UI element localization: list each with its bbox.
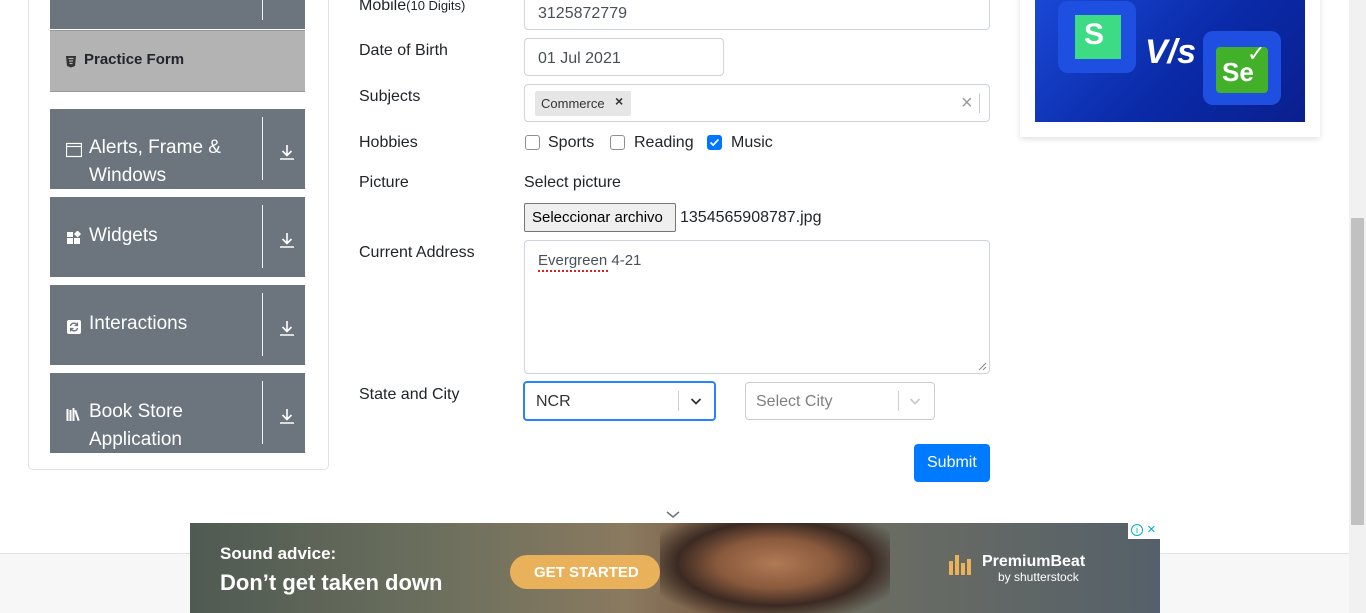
chip-remove-icon[interactable]: × — [615, 93, 623, 109]
mobile-label-text: Mobile — [359, 0, 407, 14]
side-advertisement[interactable]: S V/s Se ✓ — [1020, 0, 1320, 137]
file-name: 1354565908787.jpg — [680, 209, 822, 226]
download-icon[interactable] — [278, 231, 296, 249]
music-label[interactable]: Music — [731, 134, 773, 152]
premiumbeat-logo-icon — [949, 555, 971, 575]
download-icon[interactable] — [278, 407, 296, 425]
state-select[interactable]: NCR — [523, 381, 716, 421]
sidebar-group-forms[interactable] — [50, 0, 305, 29]
hobbies-label: Hobbies — [359, 134, 418, 151]
state-value: NCR — [536, 393, 571, 410]
ad-brand-sub: by shutterstock — [998, 570, 1079, 584]
group-separator — [262, 293, 263, 356]
vs-text: V/s — [1145, 33, 1197, 71]
submit-button[interactable]: Submit — [914, 444, 990, 482]
chip-label: Commerce — [541, 96, 605, 111]
widgets-icon — [67, 231, 82, 244]
dob-label: Date of Birth — [359, 42, 448, 59]
sidebar-group-alerts[interactable]: Alerts, Frame & Windows — [50, 109, 305, 189]
select-separator — [898, 391, 899, 411]
reading-label[interactable]: Reading — [634, 134, 694, 152]
window-icon — [66, 142, 82, 158]
mobile-label: Mobile(10 Digits) — [359, 0, 465, 15]
city-select[interactable]: Select City — [745, 382, 935, 420]
chevron-down-icon[interactable] — [689, 394, 703, 408]
interactions-icon — [67, 320, 81, 334]
scroll-down-chevron-icon[interactable] — [666, 510, 680, 520]
selenium-logo-icon: Se ✓ — [1216, 41, 1268, 93]
download-icon[interactable] — [278, 319, 296, 337]
ad-close-icon[interactable]: × — [1147, 523, 1156, 538]
sidebar-group-book-store[interactable]: Book Store Application — [50, 373, 305, 453]
bottom-advertisement[interactable]: Sound advice: Don’t get taken down GET S… — [190, 523, 1160, 613]
scrollbar-thumb[interactable] — [1351, 218, 1364, 525]
group-label: Book Store Application — [89, 401, 183, 450]
sidebar-group-interactions[interactable]: Interactions — [50, 285, 305, 365]
katalon-logo-icon: S — [1075, 15, 1121, 59]
ad-person-image — [660, 523, 890, 613]
address-value: Evergreen 4-21 — [538, 252, 642, 269]
sports-checkbox[interactable] — [525, 135, 540, 150]
choose-file-label: Seleccionar archivo — [532, 209, 663, 226]
group-separator — [262, 205, 263, 268]
download-icon[interactable] — [278, 143, 296, 161]
city-placeholder: Select City — [756, 393, 833, 410]
current-address-textarea[interactable]: Evergreen 4-21 — [524, 240, 990, 374]
spellcheck-underline — [538, 270, 608, 272]
select-separator — [678, 391, 679, 411]
ad-headline-2: Don’t get taken down — [220, 570, 443, 595]
mobile-input[interactable]: 3125872779 — [524, 0, 990, 30]
submit-label: Submit — [927, 454, 977, 471]
group-separator — [262, 381, 263, 444]
sidebar-group-widgets[interactable]: Widgets — [50, 197, 305, 277]
html-icon — [66, 56, 76, 68]
group-label: Interactions — [89, 313, 188, 334]
sidebar-item-practice-form[interactable]: Practice Form — [50, 30, 305, 92]
books-icon — [66, 408, 80, 422]
ad-banner-image[interactable]: S V/s Se ✓ — [1035, 0, 1305, 122]
cta-label: GET STARTED — [534, 564, 639, 581]
subjects-label: Subjects — [359, 88, 421, 105]
picture-label: Picture — [359, 174, 409, 191]
music-checkbox[interactable] — [707, 135, 722, 150]
select-picture-label: Select picture — [524, 174, 621, 191]
ad-headline-1: Sound advice: — [220, 544, 337, 563]
reading-checkbox[interactable] — [610, 135, 625, 150]
ad-info-icon[interactable]: i — [1131, 524, 1143, 536]
ad-controls: i × — [1128, 523, 1160, 539]
sports-label[interactable]: Sports — [548, 134, 594, 152]
mobile-value: 3125872779 — [538, 5, 627, 22]
address-label: Current Address — [359, 244, 475, 261]
ad-brand: PremiumBeat — [982, 553, 1086, 570]
chevron-down-icon[interactable] — [908, 394, 922, 408]
group-label: Widgets — [89, 225, 158, 246]
choose-file-button[interactable]: Seleccionar archivo — [524, 203, 676, 232]
state-city-label: State and City — [359, 386, 460, 403]
group-separator — [262, 117, 263, 180]
clear-icon[interactable]: × — [961, 92, 973, 115]
mobile-hint: (10 Digits) — [406, 0, 466, 13]
subject-chip: Commerce × — [535, 91, 631, 116]
sidebar-item-label: Practice Form — [84, 51, 185, 68]
subjects-separator — [979, 93, 980, 113]
group-separator — [262, 0, 263, 20]
check-icon — [709, 138, 720, 147]
date-of-birth-input[interactable]: 01 Jul 2021 — [524, 38, 724, 76]
resize-handle-icon[interactable] — [978, 362, 987, 371]
dob-value: 01 Jul 2021 — [538, 50, 621, 67]
group-label: Alerts, Frame & Windows — [89, 137, 221, 186]
get-started-button[interactable]: GET STARTED — [510, 555, 660, 589]
